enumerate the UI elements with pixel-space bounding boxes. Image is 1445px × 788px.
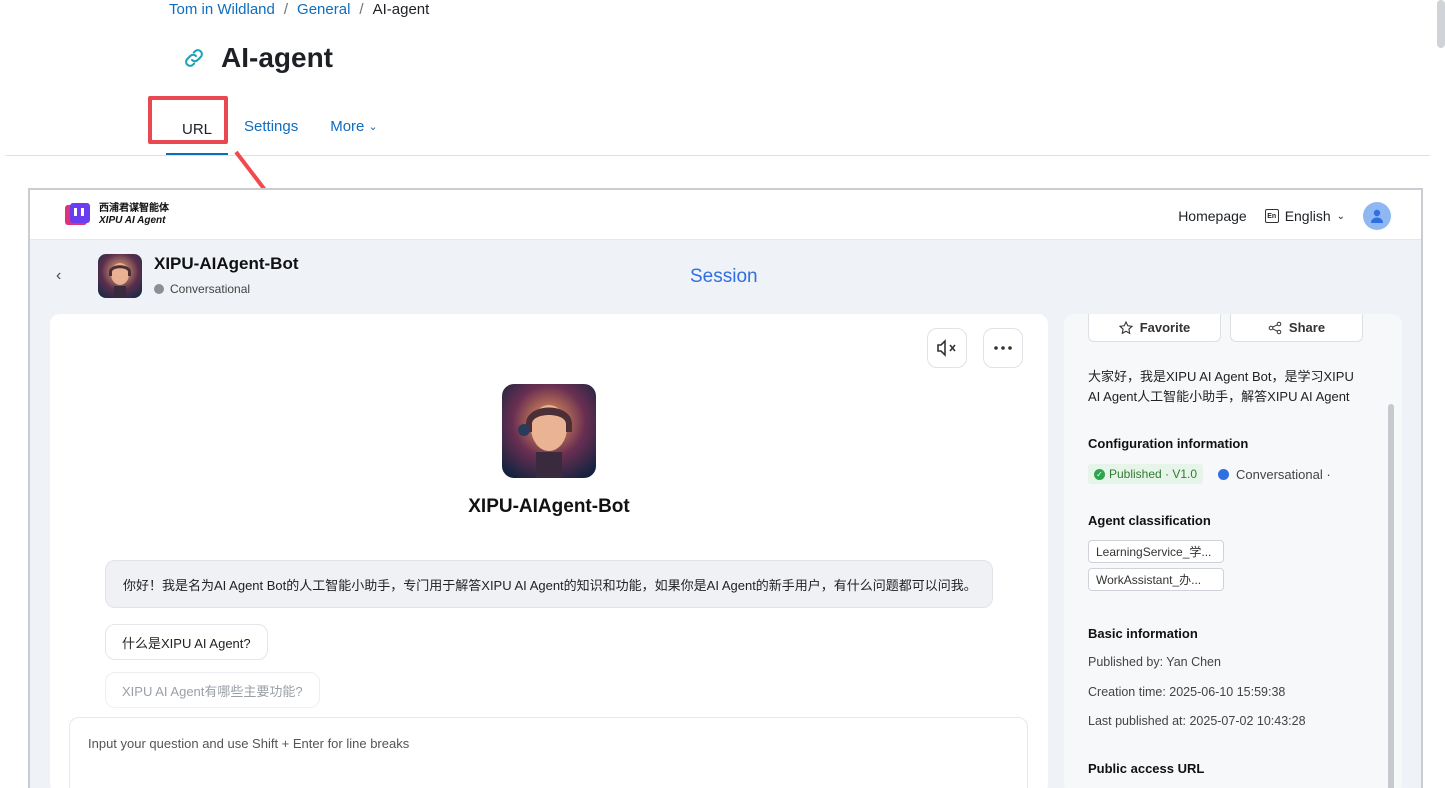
chat-input-box[interactable]: Input your question and use Shift + Ente… [69,717,1028,788]
app-nav: Homepage En English ⌄ [1178,202,1391,230]
breadcrumb-current: AI-agent [372,0,430,18]
tab-settings[interactable]: Settings [228,106,314,146]
basic-info-title: Basic information [1088,626,1198,641]
check-circle-icon: ✓ [1094,468,1105,480]
more-options-button[interactable] [983,328,1023,368]
app-header: 西浦君谋智能体 XIPU AI Agent Homepage En Englis… [30,190,1421,240]
agent-description: 大家好，我是XIPU AI Agent Bot，是学习XIPU AI Agent… [1088,369,1354,404]
status-badge-label: Published · V1.0 [1109,467,1198,481]
config-title: Configuration information [1088,436,1249,451]
homepage-link[interactable]: Homepage [1178,208,1247,224]
chat-panel: XIPU-AIAgent-Bot 你好！我是名为AI Agent Bot的人工智… [50,314,1048,788]
breadcrumb: Tom in Wildland / General / AI-agent [169,0,429,18]
chevron-down-icon: ⌄ [368,120,378,133]
tab-more[interactable]: More ⌄ [314,106,393,146]
chat-input-placeholder: Input your question and use Shift + Ente… [88,736,410,751]
creation-time: Creation time: 2025-06-10 15:59:38 [1088,685,1286,699]
session-title: Session [690,266,758,287]
tab-divider [5,155,1430,156]
type-badge: Conversational · [1218,464,1331,484]
classification-tag[interactable]: WorkAssistant_办... [1088,568,1224,591]
bot-type-label: Conversational [170,282,251,296]
greeting-message: 你好！我是名为AI Agent Bot的人工智能小助手，专门用于解答XIPU A… [105,560,993,608]
side-panel-scrollbar[interactable] [1388,404,1394,788]
star-icon [1118,320,1133,334]
link-icon [181,45,207,71]
chat-bubble-icon [1218,468,1229,480]
agent-info-panel: Favorite Share 大家好，我是XIPU AI Agent Bot，是… [1064,314,1402,788]
status-badge: ✓ Published · V1.0 [1088,464,1204,484]
language-label: English [1284,208,1331,224]
page-title: AI-agent [221,42,333,73]
suggested-question[interactable]: 什么是XIPU AI Agent? [105,624,268,660]
bot-name: XIPU-AIAgent-Bot [154,254,299,273]
chevron-down-icon: ⌄ [1336,210,1345,222]
app-logo[interactable]: 西浦君谋智能体 XIPU AI Agent [63,201,169,229]
share-icon [1268,321,1282,334]
user-avatar-icon[interactable] [1363,202,1391,230]
breadcrumb-link-section[interactable]: General [297,1,350,18]
logo-text-cn: 西浦君谋智能体 [99,203,169,214]
language-en-icon: En [1264,209,1279,223]
embedded-app-frame: 西浦君谋智能体 XIPU AI Agent Homepage En Englis… [28,188,1423,788]
annotation-highlight-box [148,96,228,144]
speaker-muted-icon [937,339,956,357]
share-button[interactable]: Share [1230,314,1363,342]
bot-type: Conversational [154,282,250,296]
tab-label: Settings [244,117,299,135]
logo-text-en: XIPU AI Agent [99,215,166,226]
share-label: Share [1288,320,1326,335]
classification-tag[interactable]: LearningService_学... [1088,540,1224,563]
published-by: Published by: Yan Chen [1088,655,1221,669]
mute-button[interactable] [927,328,967,368]
chat-bubble-icon [154,284,164,294]
breadcrumb-separator: / [283,0,289,18]
classification-title: Agent classification [1088,513,1211,528]
page-header: AI-agent [181,42,333,74]
type-badge-label: Conversational · [1236,466,1331,482]
back-arrow-icon[interactable]: ‹ [56,267,61,285]
bot-avatar [98,254,142,298]
suggested-question[interactable]: XIPU AI Agent有哪些主要功能? [105,672,320,708]
breadcrumb-link-course[interactable]: Tom in Wildland [169,1,275,18]
favorite-label: Favorite [1139,320,1191,335]
chat-bot-name: XIPU-AIAgent-Bot [468,496,630,517]
breadcrumb-separator: / [359,0,364,18]
page-scrollbar[interactable] [1437,0,1445,48]
tab-label: More [330,117,365,135]
xipu-logo-icon [65,203,90,225]
last-published: Last published at: 2025-07-02 10:43:28 [1088,714,1306,728]
public-url-title: Public access URL [1088,761,1205,776]
favorite-button[interactable]: Favorite [1088,314,1221,342]
bot-avatar-large [502,384,596,478]
ellipsis-icon [994,346,1012,350]
language-selector[interactable]: En English ⌄ [1264,208,1345,224]
